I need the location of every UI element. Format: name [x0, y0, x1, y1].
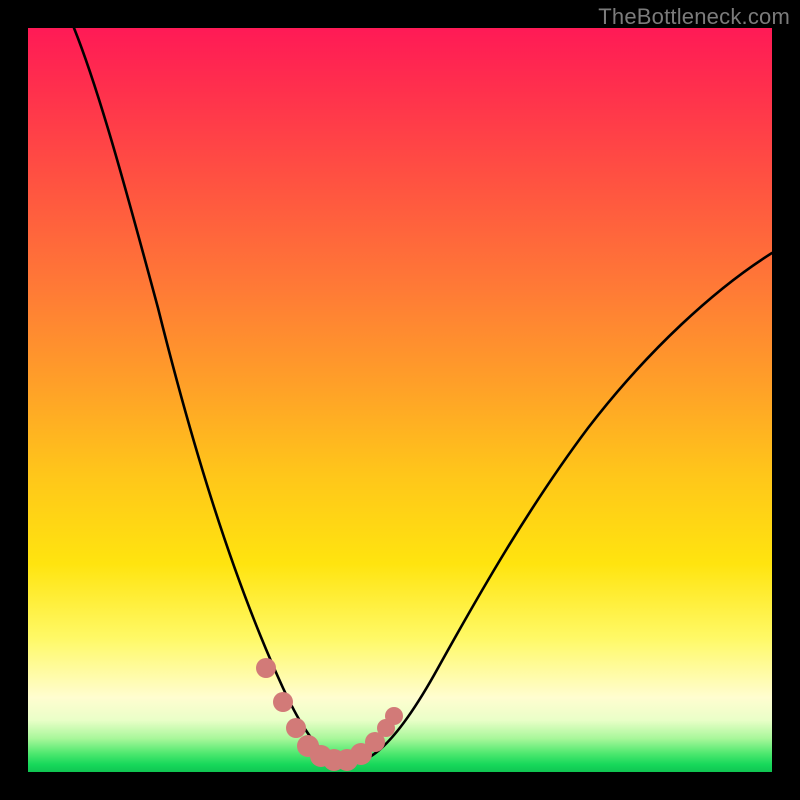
- chart-svg: [28, 28, 772, 772]
- bottleneck-curve: [74, 28, 772, 762]
- plot-area: [28, 28, 772, 772]
- chart-frame: TheBottleneck.com: [0, 0, 800, 800]
- watermark-text: TheBottleneck.com: [598, 4, 790, 30]
